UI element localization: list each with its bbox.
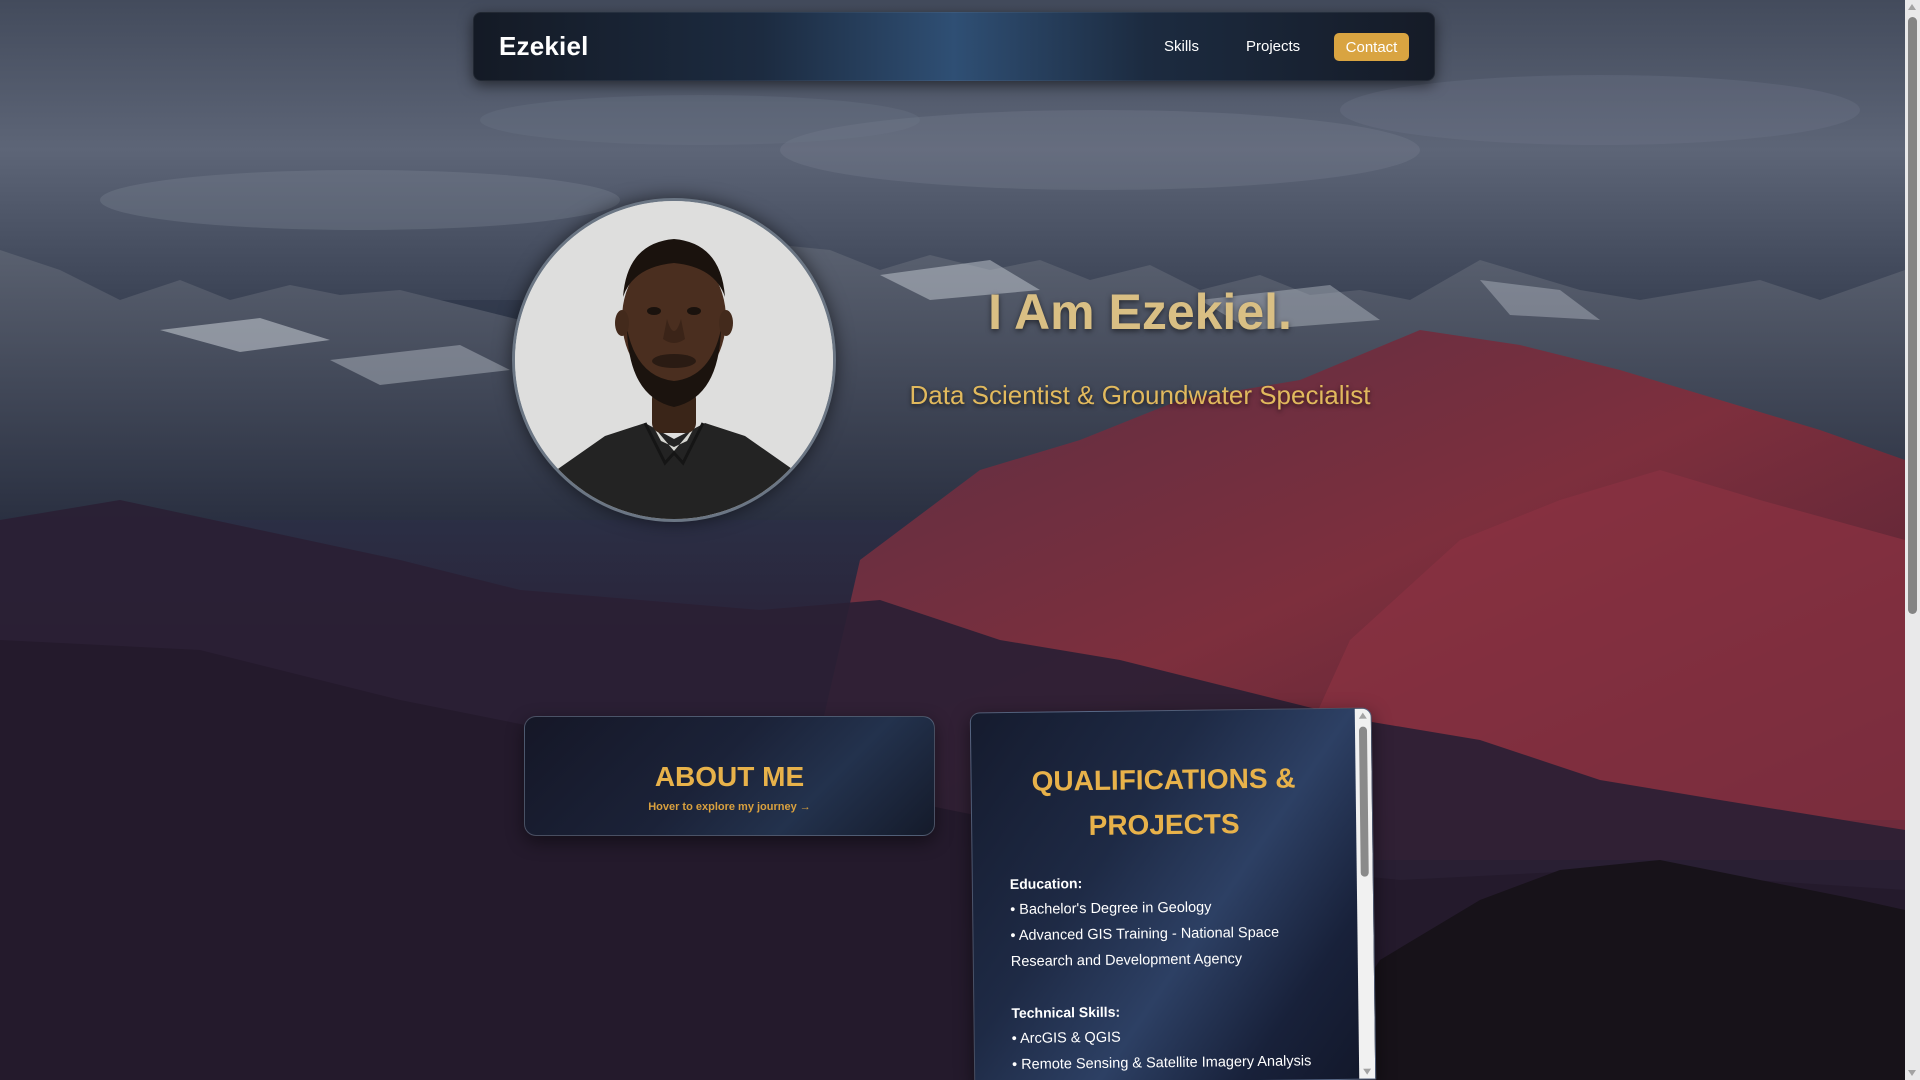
technical-skills-heading: Technical Skills: xyxy=(1011,1003,1121,1021)
hero-title: I Am Ezekiel. xyxy=(988,284,1292,340)
education-heading: Education: xyxy=(1009,875,1083,892)
mountain-scene xyxy=(0,0,1905,1080)
education-item: • Bachelor's Degree in Geology xyxy=(1010,899,1212,918)
about-me-title: ABOUT ME xyxy=(654,761,805,792)
mountain-background xyxy=(0,0,1905,1080)
qualifications-title-line1: QUALIFICATIONS & xyxy=(1031,762,1296,797)
technical-skill-item: • ArcGIS & QGIS xyxy=(1011,1029,1121,1047)
qualifications-title-line2: PROJECTS xyxy=(1088,808,1240,842)
scroll-up-icon[interactable] xyxy=(1908,4,1916,10)
qualifications-card[interactable]: QUALIFICATIONS & PROJECTS Education: • B… xyxy=(969,707,1377,1080)
chevron-down-icon[interactable] xyxy=(1362,1068,1371,1075)
nav-link-skills[interactable]: Skills xyxy=(1164,38,1199,55)
profile-illustration xyxy=(515,201,833,519)
about-me-card[interactable]: ABOUT ME Hover to explore my journey → xyxy=(524,716,935,836)
scroll-thumb[interactable] xyxy=(1908,17,1917,614)
profile-photo xyxy=(512,198,836,522)
qualifications-title: QUALIFICATIONS & PROJECTS xyxy=(971,755,1356,850)
scroll-down-icon[interactable] xyxy=(1908,1070,1916,1076)
qualifications-body: Education: • Bachelor's Degree in Geolog… xyxy=(1010,867,1333,1078)
qualifications-scroll-thumb[interactable] xyxy=(1358,726,1369,877)
page-scrollbar[interactable] xyxy=(1905,0,1920,1080)
brand-logo[interactable]: Ezekiel xyxy=(499,31,589,62)
education-item: • Advanced GIS Training - National Space… xyxy=(1010,924,1280,970)
qualifications-scrollbar[interactable] xyxy=(1354,708,1376,1079)
hero-subtitle: Data Scientist & Groundwater Specialist xyxy=(909,380,1371,410)
chevron-up-icon[interactable] xyxy=(1358,712,1367,719)
navbar: Ezekiel Skills Projects Contact xyxy=(473,12,1435,81)
technical-skill-item: • Remote Sensing & Satellite Imagery Ana… xyxy=(1011,1053,1312,1073)
about-me-hint: Hover to explore my journey → xyxy=(648,801,811,813)
nav-link-projects[interactable]: Projects xyxy=(1246,38,1300,55)
contact-button[interactable]: Contact xyxy=(1334,33,1409,61)
